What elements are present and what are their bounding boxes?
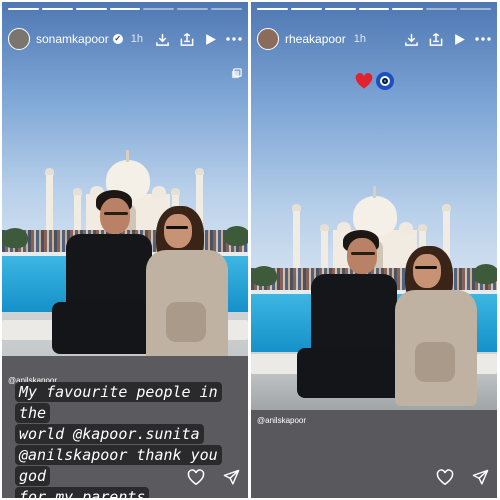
share-icon[interactable] xyxy=(472,469,489,486)
caption-line: for my parents xyxy=(15,487,150,498)
username[interactable]: rheakapoor xyxy=(285,32,346,46)
caption-line: My favourite people in the xyxy=(15,382,222,423)
timestamp: 1h xyxy=(130,33,143,45)
story-header: sonamkapoor ✓ 1h xyxy=(8,26,242,52)
heart-emoji xyxy=(355,73,373,89)
save-to-collection-icon[interactable] xyxy=(428,32,444,47)
emoji-sticker xyxy=(355,72,394,90)
save-to-collection-icon[interactable] xyxy=(179,32,195,47)
story-header: rheakapoor 1h xyxy=(257,26,491,52)
play-icon[interactable] xyxy=(453,33,466,46)
evil-eye-emoji xyxy=(376,72,394,90)
woman-figure xyxy=(391,246,481,406)
avatar[interactable] xyxy=(8,28,30,50)
more-icon[interactable] xyxy=(226,36,242,42)
more-icon[interactable] xyxy=(475,36,491,42)
heart-icon[interactable] xyxy=(436,469,454,486)
download-icon[interactable] xyxy=(155,32,170,47)
caption-line: world @kapoor.sunita xyxy=(15,424,204,444)
heart-icon[interactable] xyxy=(187,469,205,486)
share-icon[interactable] xyxy=(223,469,240,486)
avatar[interactable] xyxy=(257,28,279,50)
verified-icon: ✓ xyxy=(112,34,123,44)
download-icon[interactable] xyxy=(404,32,419,47)
progress-bar xyxy=(257,8,492,10)
play-icon[interactable] xyxy=(204,33,217,46)
username[interactable]: sonamkapoor xyxy=(36,32,109,46)
carousel-icon xyxy=(231,68,242,79)
story-right[interactable]: rheakapoor 1h @anilskapoor xyxy=(251,2,497,498)
man-figure xyxy=(287,230,407,410)
mention-tag[interactable]: @anilskapoor xyxy=(257,416,306,425)
story-left[interactable]: sonamkapoor ✓ 1h @anilskapoor My favouri… xyxy=(2,2,248,498)
progress-bar xyxy=(8,8,243,10)
timestamp: 1h xyxy=(353,33,366,45)
woman-figure xyxy=(142,206,232,366)
